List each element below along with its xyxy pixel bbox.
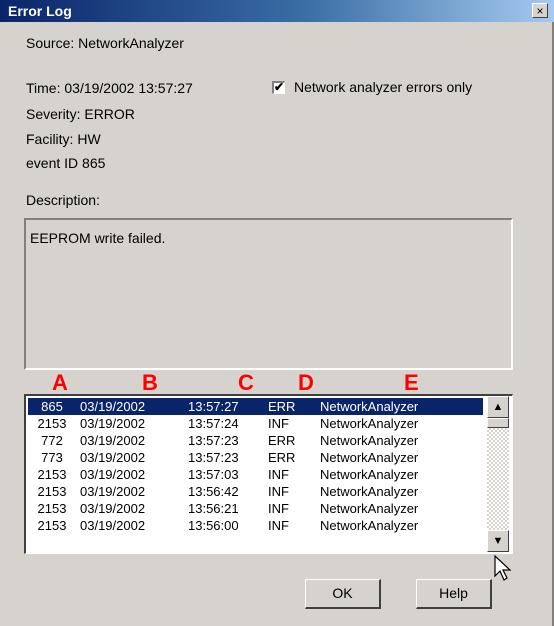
column-marker-a: A (52, 370, 68, 395)
severity-field: Severity: ERROR (26, 106, 135, 122)
severity-cell: ERR (268, 450, 296, 465)
title-bar[interactable]: Error Log × (0, 0, 554, 22)
date-cell: 03/19/2002 (80, 518, 146, 533)
severity-cell: ERR (268, 399, 296, 414)
column-marker-d: D (298, 370, 314, 395)
table-row[interactable]: 2153 03/19/2002 13:56:42 INF NetworkAnalyzer (28, 483, 483, 500)
scroll-thumb[interactable] (487, 418, 509, 428)
date-cell: 03/19/2002 (80, 399, 146, 414)
checkbox-label[interactable]: Network analyzer errors only (294, 79, 472, 95)
window-title: Error Log (8, 3, 72, 19)
date-cell: 03/19/2002 (80, 484, 146, 499)
description-label: Description: (26, 192, 100, 208)
event-id-cell: 2153 (37, 484, 67, 499)
table-row[interactable]: 2153 03/19/2002 13:57:24 INF NetworkAnalyzer (28, 415, 483, 432)
source-cell: NetworkAnalyzer (320, 467, 419, 482)
time-cell: 13:57:27 (188, 399, 239, 414)
source-cell: NetworkAnalyzer (320, 416, 419, 431)
time-cell: 13:56:00 (188, 518, 239, 533)
table-row[interactable]: 2153 03/19/2002 13:56:21 INF NetworkAnalyzer (28, 500, 483, 517)
table-row[interactable]: 2153 03/19/2002 13:57:03 INF NetworkAnalyzer (28, 466, 483, 483)
event-list[interactable]: 865 03/19/2002 13:57:27 ERR NetworkAnalyzer 2… (24, 394, 513, 554)
source-field: Source: NetworkAnalyzer (26, 35, 184, 51)
event-id-cell: 773 (41, 450, 63, 465)
source-cell: NetworkAnalyzer (320, 433, 419, 448)
date-cell: 03/19/2002 (80, 416, 146, 431)
column-marker-c: C (238, 370, 254, 395)
description-text: EEPROM write failed. (30, 230, 166, 246)
ok-button[interactable]: OK (305, 579, 381, 609)
table-row[interactable]: 773 03/19/2002 13:57:23 ERR NetworkAnalyzer (28, 449, 483, 466)
source-cell: NetworkAnalyzer (320, 450, 419, 465)
table-row[interactable]: 2153 03/19/2002 13:56:00 INF NetworkAnalyzer (28, 517, 483, 534)
date-cell: 03/19/2002 (80, 501, 146, 516)
severity-cell: INF (268, 501, 289, 516)
network-errors-only-checkbox[interactable]: ✔ Network analyzer errors only (272, 79, 472, 95)
description-box[interactable]: EEPROM write failed. (24, 218, 513, 370)
error-log-dialog: Error Log × Source: NetworkAnalyzer Time… (0, 0, 554, 626)
event-id-cell: 2153 (37, 501, 67, 516)
event-id-cell: 2153 (37, 416, 67, 431)
date-cell: 03/19/2002 (80, 450, 146, 465)
table-row[interactable]: 865 03/19/2002 13:57:27 ERR NetworkAnalyzer (28, 398, 483, 415)
time-field: Time: 03/19/2002 13:57:27 (26, 80, 193, 96)
time-cell: 13:56:21 (188, 501, 239, 516)
source-cell: NetworkAnalyzer (320, 484, 419, 499)
column-marker-e: E (404, 370, 419, 395)
scroll-up-icon[interactable]: ▲ (487, 396, 509, 418)
severity-cell: INF (268, 416, 289, 431)
severity-cell: INF (268, 467, 289, 482)
event-id-cell: 2153 (37, 518, 67, 533)
vertical-scrollbar[interactable]: ▲ ▼ (487, 396, 511, 552)
checkmark-icon[interactable]: ✔ (272, 80, 285, 94)
close-icon[interactable]: × (532, 3, 548, 18)
source-cell: NetworkAnalyzer (320, 518, 419, 533)
time-cell: 13:57:24 (188, 416, 239, 431)
time-cell: 13:57:23 (188, 433, 239, 448)
severity-cell: ERR (268, 433, 296, 448)
time-cell: 13:56:42 (188, 484, 239, 499)
source-cell: NetworkAnalyzer (320, 399, 419, 414)
table-row[interactable]: 772 03/19/2002 13:57:23 ERR NetworkAnalyzer (28, 432, 483, 449)
source-cell: NetworkAnalyzer (320, 501, 419, 516)
severity-cell: INF (268, 518, 289, 533)
time-cell: 13:57:23 (188, 450, 239, 465)
event-id-field: event ID 865 (26, 155, 106, 171)
event-id-cell: 772 (41, 433, 63, 448)
severity-cell: INF (268, 484, 289, 499)
help-button[interactable]: Help (416, 579, 492, 609)
date-cell: 03/19/2002 (80, 467, 146, 482)
date-cell: 03/19/2002 (80, 433, 146, 448)
event-id-cell: 865 (41, 399, 63, 414)
scroll-down-icon[interactable]: ▼ (487, 530, 509, 552)
scroll-track[interactable] (487, 428, 509, 530)
time-cell: 13:57:03 (188, 467, 239, 482)
event-id-cell: 2153 (37, 467, 67, 482)
mouse-pointer-icon (494, 554, 512, 581)
facility-field: Facility: HW (26, 131, 101, 147)
column-marker-b: B (142, 370, 158, 395)
